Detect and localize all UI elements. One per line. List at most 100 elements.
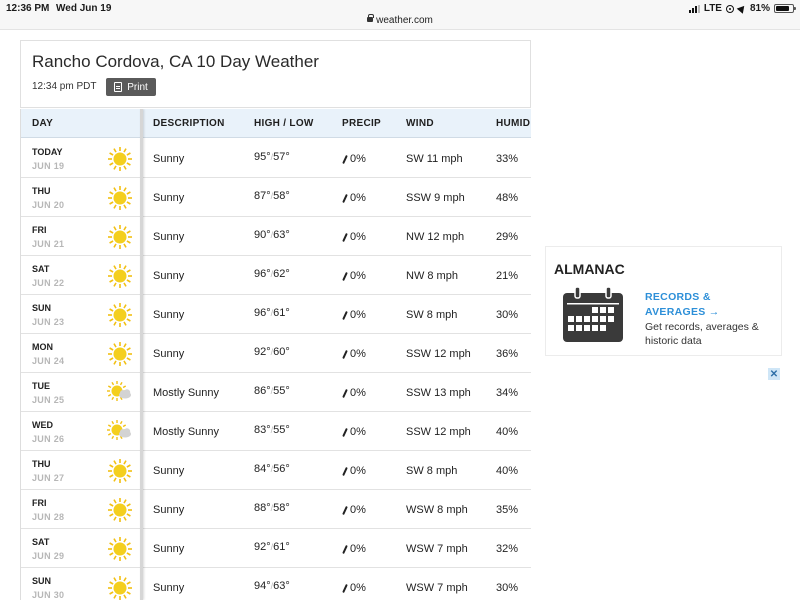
- table-row[interactable]: SAT JUN 29 Sunny 92°/61° 0% WSW 7 mph 32%: [21, 529, 531, 568]
- print-button[interactable]: Print: [106, 78, 156, 96]
- sun-icon: [107, 536, 133, 562]
- network-label: LTE: [703, 3, 722, 14]
- sun-icon: [107, 224, 133, 250]
- low-temp: 57°: [273, 151, 290, 163]
- day-name: FRI: [32, 498, 47, 508]
- col-header-precip[interactable]: PRECIP: [342, 118, 381, 129]
- col-header-description[interactable]: DESCRIPTION: [153, 118, 225, 129]
- precip-value: 0%: [342, 582, 366, 594]
- raindrop-icon: [342, 310, 348, 320]
- col-header-high-low[interactable]: HIGH / LOW: [254, 118, 314, 129]
- raindrop-icon: [342, 583, 348, 593]
- precip-value: 0%: [342, 348, 366, 360]
- raindrop-icon: [342, 466, 348, 476]
- table-row[interactable]: WED JUN 26 Mostly Sunny 83°/55° 0% SSW 12 mph…: [21, 412, 531, 451]
- sun-icon: [107, 341, 133, 367]
- high-low-temps: 92°/60°: [254, 346, 290, 358]
- precip-value: 0%: [342, 543, 366, 555]
- humidity-value: 33%: [496, 153, 519, 165]
- low-temp: 60°: [273, 346, 290, 358]
- table-row[interactable]: TUE JUN 25 Mostly Sunny 86°/55° 0% SSW 13 mph…: [21, 373, 531, 412]
- day-date: JUN 25: [32, 395, 65, 405]
- sun-icon: [107, 263, 133, 289]
- table-row[interactable]: FRI JUN 28 Sunny 88°/58° 0% WSW 8 mph 35%: [21, 490, 531, 529]
- humidity-value: 32%: [496, 543, 519, 555]
- updated-time: 12:34 pm PDT: [32, 81, 97, 92]
- almanac-description: Get records, averages & historic data: [645, 320, 780, 348]
- almanac-desc-line2: historic data: [645, 335, 702, 347]
- precip-text: 0%: [350, 543, 366, 555]
- signal-icon: [688, 4, 700, 13]
- table-row[interactable]: THU JUN 27 Sunny 84°/56° 0% SW 8 mph 40%: [21, 451, 531, 490]
- day-date: JUN 21: [32, 239, 65, 249]
- high-temp: 96°: [254, 307, 271, 319]
- day-date: JUN 27: [32, 473, 65, 483]
- almanac-card: ALMANAC RECORDS & AVERAGES → Get records…: [545, 246, 782, 356]
- wind-value: SSW 9 mph: [406, 192, 465, 204]
- wind-value: WSW 7 mph: [406, 582, 468, 594]
- address-bar[interactable]: weather.com: [0, 14, 800, 26]
- precip-text: 0%: [350, 582, 366, 594]
- weather-description: Mostly Sunny: [153, 426, 220, 438]
- col-header-wind[interactable]: WIND: [406, 118, 434, 129]
- sun-cloud-icon: [107, 419, 133, 445]
- low-temp: 61°: [273, 307, 290, 319]
- weather-description: Sunny: [153, 348, 185, 360]
- wind-value: SSW 12 mph: [406, 426, 471, 438]
- day-date: JUN 22: [32, 278, 65, 288]
- table-row[interactable]: TODAY JUN 19 Sunny 95°/57° 0% SW 11 mph 33%: [21, 139, 531, 178]
- calendar-icon: [563, 287, 623, 342]
- location-icon: [736, 3, 748, 14]
- col-header-day[interactable]: DAY: [32, 118, 53, 129]
- screen-lock-icon: [725, 4, 734, 13]
- high-low-temps: 90°/63°: [254, 229, 290, 241]
- low-temp: 55°: [273, 385, 290, 397]
- status-bar: 12:36 PM Wed Jun 19 weather.com LTE 81%: [0, 0, 800, 30]
- raindrop-icon: [342, 544, 348, 554]
- table-row[interactable]: SUN JUN 30 Sunny 94°/63° 0% WSW 7 mph 30%: [21, 568, 531, 600]
- high-low-temps: 86°/55°: [254, 385, 290, 397]
- day-date: JUN 26: [32, 434, 65, 444]
- sun-icon: [107, 302, 133, 328]
- wind-value: SW 11 mph: [406, 153, 463, 165]
- low-temp: 58°: [273, 190, 290, 202]
- ad-close-button[interactable]: ✕: [768, 368, 780, 380]
- low-temp: 62°: [273, 268, 290, 280]
- precip-value: 0%: [342, 465, 366, 477]
- precip-value: 0%: [342, 270, 366, 282]
- status-date: Wed Jun 19: [56, 3, 112, 14]
- table-row[interactable]: FRI JUN 21 Sunny 90°/63° 0% NW 12 mph 29%: [21, 217, 531, 256]
- lock-icon: [367, 14, 375, 22]
- forecast-header: Rancho Cordova, CA 10 Day Weather 12:34 …: [20, 40, 531, 108]
- low-temp: 55°: [273, 424, 290, 436]
- records-averages-link[interactable]: RECORDS & AVERAGES →: [645, 290, 720, 320]
- high-temp: 84°: [254, 463, 271, 475]
- high-temp: 90°: [254, 229, 271, 241]
- sun-icon: [107, 458, 133, 484]
- day-name: THU: [32, 459, 51, 469]
- weather-description: Sunny: [153, 309, 185, 321]
- humidity-value: 35%: [496, 504, 519, 516]
- precip-text: 0%: [350, 231, 366, 243]
- day-name: TODAY: [32, 147, 63, 157]
- humidity-value: 40%: [496, 426, 519, 438]
- day-date: JUN 28: [32, 512, 65, 522]
- page-title: Rancho Cordova, CA 10 Day Weather: [32, 52, 319, 71]
- wind-value: WSW 8 mph: [406, 504, 468, 516]
- day-name: WED: [32, 420, 53, 430]
- weather-description: Sunny: [153, 543, 185, 555]
- table-row[interactable]: THU JUN 20 Sunny 87°/58° 0% SSW 9 mph 48%: [21, 178, 531, 217]
- table-row[interactable]: SAT JUN 22 Sunny 96°/62° 0% NW 8 mph 21%: [21, 256, 531, 295]
- humidity-value: 34%: [496, 387, 519, 399]
- high-low-temps: 96°/61°: [254, 307, 290, 319]
- sun-icon: [107, 185, 133, 211]
- low-temp: 63°: [273, 580, 290, 592]
- col-header-humidity[interactable]: HUMID: [496, 118, 530, 129]
- day-date: JUN 23: [32, 317, 65, 327]
- high-low-temps: 87°/58°: [254, 190, 290, 202]
- status-indicators: LTE 81%: [688, 3, 796, 14]
- table-row[interactable]: SUN JUN 23 Sunny 96°/61° 0% SW 8 mph 30%: [21, 295, 531, 334]
- raindrop-icon: [342, 427, 348, 437]
- table-row[interactable]: MON JUN 24 Sunny 92°/60° 0% SSW 12 mph 36%: [21, 334, 531, 373]
- humidity-value: 36%: [496, 348, 519, 360]
